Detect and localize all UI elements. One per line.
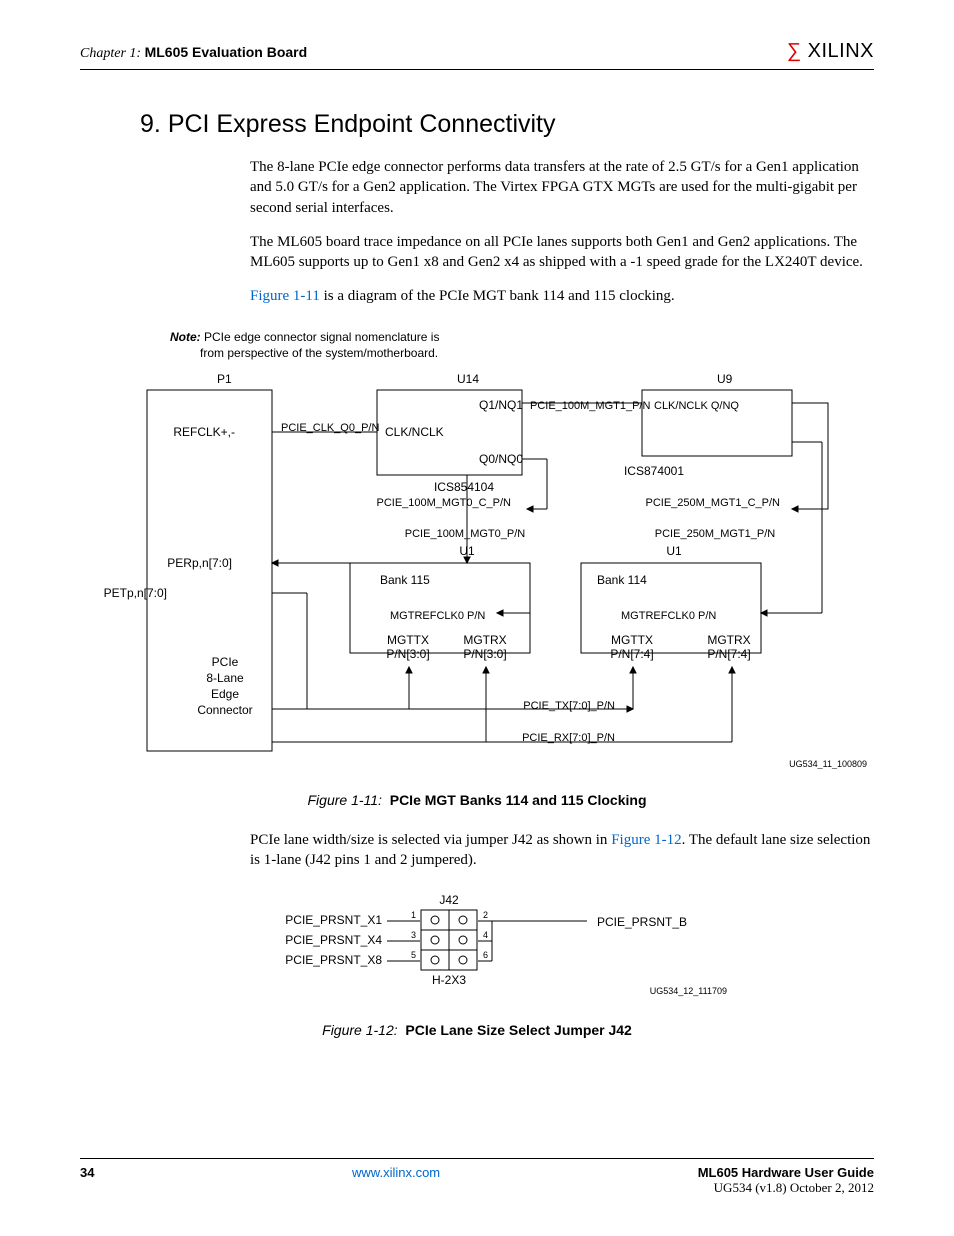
- svg-text:PCIE_250M_MGT1_C_P/N: PCIE_250M_MGT1_C_P/N: [646, 497, 781, 509]
- svg-text:P/N[7:4]: P/N[7:4]: [707, 647, 750, 661]
- svg-text:MGTRX: MGTRX: [707, 633, 750, 647]
- svg-text:Q1/NQ1: Q1/NQ1: [479, 398, 523, 412]
- svg-text:PCIE_100M_MGT1_P/N: PCIE_100M_MGT1_P/N: [530, 400, 650, 412]
- paragraph-3: Figure 1-11 is a diagram of the PCIe MGT…: [250, 286, 874, 306]
- svg-text:Bank 114: Bank 114: [597, 573, 647, 587]
- svg-text:P/N[3:0]: P/N[3:0]: [463, 647, 506, 661]
- svg-text:U14: U14: [457, 372, 479, 386]
- page-footer: 34 www.xilinx.com ML605 Hardware User Gu…: [80, 1158, 874, 1196]
- note-block: Note: PCIe edge connector signal nomencl…: [170, 329, 874, 361]
- svg-text:1: 1: [411, 910, 416, 920]
- figure-link-1-12[interactable]: Figure 1-12: [611, 832, 681, 848]
- svg-text:U9: U9: [717, 372, 733, 386]
- svg-text:ICS874001: ICS874001: [624, 464, 684, 478]
- svg-text:REFCLK+,-: REFCLK+,-: [173, 425, 235, 439]
- svg-text:H-2X3: H-2X3: [432, 973, 466, 987]
- svg-text:PCIE_PRSNT_B: PCIE_PRSNT_B: [597, 915, 687, 929]
- svg-text:Connector: Connector: [197, 703, 252, 717]
- xilinx-logo: ∑ XILINX: [787, 40, 874, 63]
- figure-1-11: P1 U14 U9 REFCLK+,- PCIE_CLK_Q0_P/N CLK/…: [87, 369, 867, 769]
- svg-text:P/N[3:0]: P/N[3:0]: [386, 647, 429, 661]
- svg-text:MGTTX: MGTTX: [611, 633, 653, 647]
- figure-1-11-caption: Figure 1-11: PCIe MGT Banks 114 and 115 …: [80, 792, 874, 808]
- svg-text:3: 3: [411, 930, 416, 940]
- svg-text:4: 4: [483, 930, 488, 940]
- svg-text:PCIE_PRSNT_X1: PCIE_PRSNT_X1: [285, 913, 382, 927]
- svg-text:MGTREFCLK0 P/N: MGTREFCLK0 P/N: [621, 610, 716, 622]
- svg-text:PCIE_PRSNT_X4: PCIE_PRSNT_X4: [285, 933, 382, 947]
- footer-doc-info: ML605 Hardware User GuideUG534 (v1.8) Oc…: [698, 1165, 874, 1196]
- svg-text:2: 2: [483, 910, 488, 920]
- section-heading: 9. PCI Express Endpoint Connectivity: [140, 110, 874, 139]
- svg-text:MGTREFCLK0 P/N: MGTREFCLK0 P/N: [390, 610, 485, 622]
- svg-text:8-Lane: 8-Lane: [206, 671, 244, 685]
- svg-text:ICS854104: ICS854104: [434, 480, 494, 494]
- svg-text:J42: J42: [439, 894, 459, 907]
- svg-text:PCIe: PCIe: [212, 655, 239, 669]
- svg-text:PCIE_100M_MGT0_C_P/N: PCIE_100M_MGT0_C_P/N: [377, 497, 512, 509]
- figure-1-12: J42 PCIE_PRSNT_X1 PCIE_PRSNT_X4 PCIE_PRS…: [227, 894, 727, 999]
- svg-text:MGTTX: MGTTX: [387, 633, 429, 647]
- svg-text:CLK/NCLK: CLK/NCLK: [385, 425, 444, 439]
- svg-text:Edge: Edge: [211, 687, 239, 701]
- svg-text:Bank 115: Bank 115: [380, 573, 430, 587]
- figure-link-1-11[interactable]: Figure 1-11: [250, 288, 320, 304]
- svg-text:CLK/NCLK Q/NQ: CLK/NCLK Q/NQ: [654, 400, 739, 412]
- svg-text:PCIE_100M_MGT0_P/N: PCIE_100M_MGT0_P/N: [405, 528, 525, 540]
- svg-text:PETp,n[7:0]: PETp,n[7:0]: [104, 586, 167, 600]
- footer-url[interactable]: www.xilinx.com: [352, 1165, 440, 1180]
- page-header: Chapter 1: ML605 Evaluation Board ∑ XILI…: [80, 40, 874, 70]
- svg-text:U1: U1: [666, 544, 682, 558]
- svg-text:P/N[7:4]: P/N[7:4]: [610, 647, 653, 661]
- paragraph-1: The 8-lane PCIe edge connector performs …: [250, 157, 874, 218]
- chapter-label: Chapter 1: ML605 Evaluation Board: [80, 44, 307, 62]
- page-number: 34: [80, 1165, 94, 1180]
- svg-text:PCIE_PRSNT_X8: PCIE_PRSNT_X8: [285, 953, 382, 967]
- svg-text:UG534_11_100809: UG534_11_100809: [789, 759, 867, 769]
- svg-text:6: 6: [483, 950, 488, 960]
- paragraph-2: The ML605 board trace impedance on all P…: [250, 232, 874, 273]
- svg-text:P1: P1: [217, 372, 232, 386]
- figure-1-12-caption: Figure 1-12: PCIe Lane Size Select Jumpe…: [80, 1022, 874, 1038]
- svg-text:Q0/NQ0: Q0/NQ0: [479, 452, 523, 466]
- paragraph-4: PCIe lane width/size is selected via jum…: [250, 830, 874, 871]
- svg-text:PCIE_TX[7:0]_P/N: PCIE_TX[7:0]_P/N: [523, 700, 615, 712]
- svg-text:PCIE_250M_MGT1_P/N: PCIE_250M_MGT1_P/N: [655, 528, 775, 540]
- svg-text:PERp,n[7:0]: PERp,n[7:0]: [167, 556, 232, 570]
- svg-text:5: 5: [411, 950, 416, 960]
- svg-text:MGTRX: MGTRX: [463, 633, 506, 647]
- svg-text:UG534_12_111709: UG534_12_111709: [650, 986, 727, 996]
